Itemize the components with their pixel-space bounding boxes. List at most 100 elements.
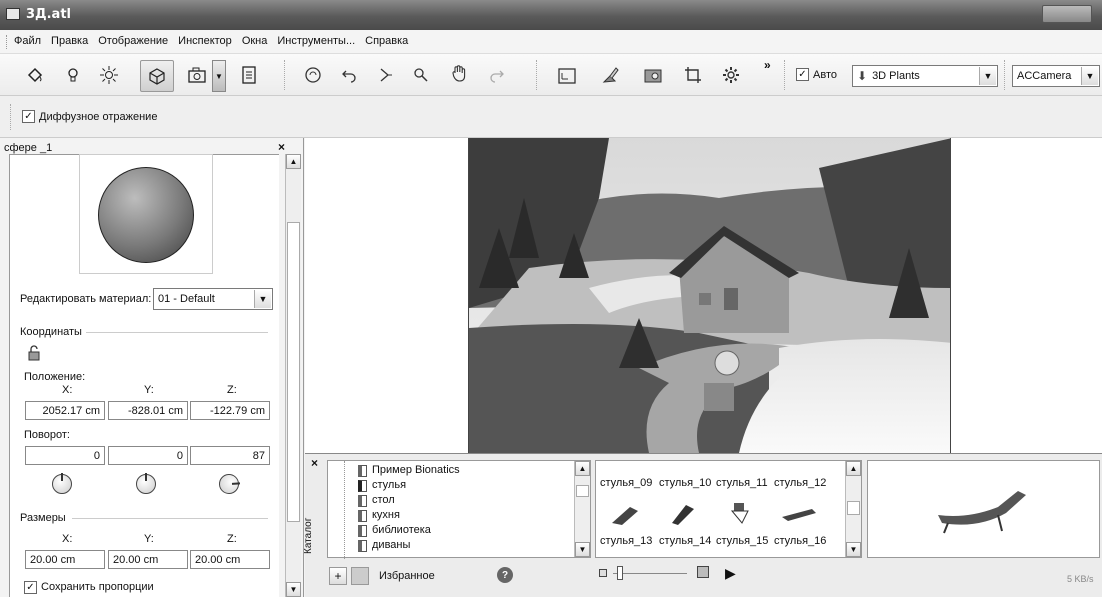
small-size-icon[interactable] xyxy=(599,569,607,577)
position-x-axis: X: xyxy=(62,384,73,396)
position-x-field[interactable]: 2052.17 cm xyxy=(25,401,105,420)
catalog-close-icon[interactable]: × xyxy=(311,456,318,470)
size-y-field[interactable]: 20.00 cm xyxy=(108,550,188,569)
favorites-label[interactable]: Избранное xyxy=(379,570,435,582)
thumbnail-label[interactable]: стулья_11 xyxy=(716,477,768,489)
thumbnail-label[interactable]: стулья_13 xyxy=(600,535,652,547)
size-z-field[interactable]: 20.00 cm xyxy=(190,550,270,569)
size-x-field[interactable]: 20.00 cm xyxy=(25,550,105,569)
tree-item[interactable]: стол xyxy=(372,494,395,506)
title-bar: 3Д.atl xyxy=(0,0,1102,30)
thumbnail-size-slider[interactable] xyxy=(613,573,687,574)
menu-tools[interactable]: Инструменты... xyxy=(277,35,355,47)
thumbnail-label[interactable]: стулья_14 xyxy=(659,535,711,547)
thumbnail-label[interactable]: стулья_15 xyxy=(716,535,768,547)
redo-icon[interactable] xyxy=(484,62,510,88)
auto-checkbox-box[interactable]: ✓ xyxy=(796,68,809,81)
diffuse-checkbox-box[interactable]: ✓ xyxy=(22,110,35,123)
rendered-scene[interactable] xyxy=(468,138,951,453)
walk-icon[interactable] xyxy=(372,62,398,88)
menu-inspector[interactable]: Инспектор xyxy=(178,35,232,47)
inspector-scrollbar[interactable]: ▲ ▼ xyxy=(285,154,301,597)
crop-icon[interactable] xyxy=(680,62,706,88)
menu-edit[interactable]: Правка xyxy=(51,35,88,47)
window-controls[interactable] xyxy=(1042,5,1092,23)
tree-scrollbar[interactable]: ▲ ▼ xyxy=(574,461,590,557)
sun-icon[interactable] xyxy=(96,62,122,88)
thumbnail-label[interactable]: стулья_10 xyxy=(659,477,711,489)
camera-select[interactable]: ACCamera ▼ xyxy=(1012,65,1100,87)
tree-item[interactable]: кухня xyxy=(372,509,400,521)
keep-proportions-box[interactable]: ✓ xyxy=(24,580,37,594)
menu-file[interactable]: Файл xyxy=(14,35,41,47)
scroll-down-icon[interactable]: ▼ xyxy=(286,582,301,597)
camera-select-value: ACCamera xyxy=(1017,70,1072,82)
floor-plan-icon[interactable] xyxy=(554,62,580,88)
3d-viewport[interactable] xyxy=(305,138,1102,453)
orbit-icon[interactable] xyxy=(300,62,326,88)
thumbnails-scroll-thumb[interactable] xyxy=(847,501,860,515)
thumbnail-label[interactable]: стулья_12 xyxy=(774,477,826,489)
tree-item[interactable]: библиотека xyxy=(372,524,431,536)
rotation-x-field[interactable]: 0 xyxy=(25,446,105,465)
render-photo-icon[interactable] xyxy=(640,62,666,88)
keep-proportions-checkbox[interactable]: ✓ Сохранить пропорции xyxy=(24,579,154,595)
sphere-preview xyxy=(98,167,194,263)
tree-item[interactable]: диваны xyxy=(372,539,410,551)
rotation-y-field[interactable]: 0 xyxy=(108,446,188,465)
scroll-down-icon[interactable]: ▼ xyxy=(846,542,861,557)
network-speed: 5 KB/s xyxy=(1067,574,1094,584)
chair-thumbnails[interactable] xyxy=(602,497,832,529)
rotation-label: Поворот: xyxy=(24,429,70,441)
catalog-tree: Пример Bionatics стулья стол кухня библи… xyxy=(327,460,591,559)
scroll-up-icon[interactable]: ▲ xyxy=(846,461,861,476)
menu-view[interactable]: Отображение xyxy=(98,35,168,47)
thumbnails-scrollbar[interactable]: ▲ ▼ xyxy=(845,461,861,557)
zoom-icon[interactable] xyxy=(408,62,434,88)
scroll-down-icon[interactable]: ▼ xyxy=(575,542,590,557)
tree-item[interactable]: Пример Bionatics xyxy=(372,464,460,476)
light-bulb-icon[interactable] xyxy=(60,62,86,88)
pan-hand-icon[interactable] xyxy=(446,60,472,86)
menu-help[interactable]: Справка xyxy=(365,35,408,47)
rotation-x-dial-icon[interactable] xyxy=(52,473,72,494)
material-select[interactable]: 01 - Default ▼ xyxy=(153,288,273,310)
position-y-field[interactable]: -828.01 cm xyxy=(108,401,188,420)
camera-icon[interactable] xyxy=(184,62,210,88)
lock-icon[interactable] xyxy=(26,345,42,361)
scroll-up-icon[interactable]: ▲ xyxy=(286,154,301,169)
thumbnail-label[interactable]: стулья_16 xyxy=(774,535,826,547)
add-favorite-button[interactable]: + xyxy=(329,567,347,585)
help-icon[interactable]: ? xyxy=(497,567,513,583)
large-size-icon[interactable] xyxy=(697,566,709,578)
tree-item-selected[interactable]: стулья xyxy=(372,479,406,491)
rotation-y-dial-icon[interactable] xyxy=(136,473,156,494)
material-brush-icon[interactable] xyxy=(598,62,624,88)
chevron-down-icon[interactable]: ▼ xyxy=(979,67,996,85)
settings-gear-icon[interactable] xyxy=(718,62,744,88)
diffuse-checkbox[interactable]: ✓ Диффузное отражение xyxy=(22,110,157,123)
inspector-scroll-thumb[interactable] xyxy=(287,222,300,522)
thumbnail-size-slider-thumb[interactable] xyxy=(617,566,623,580)
auto-checkbox[interactable]: ✓ Авто xyxy=(796,68,837,81)
rotation-z-field[interactable]: 87 xyxy=(190,446,270,465)
thumbnail-label[interactable]: стулья_09 xyxy=(600,477,652,489)
toolbar-overflow-chevron[interactable]: » xyxy=(764,58,771,72)
paint-bucket-icon[interactable] xyxy=(22,62,48,88)
remove-favorite-button[interactable] xyxy=(351,567,369,585)
menu-windows[interactable]: Окна xyxy=(242,35,268,47)
inspector-close-icon[interactable]: × xyxy=(278,140,285,154)
chevron-down-icon[interactable]: ▼ xyxy=(254,290,271,308)
plants-library-select[interactable]: ⬇ 3D Plants ▼ xyxy=(852,65,998,87)
position-z-axis: Z: xyxy=(227,384,237,396)
position-z-field[interactable]: -122.79 cm xyxy=(190,401,270,420)
camera-dropdown-button[interactable]: ▼ xyxy=(212,60,226,92)
tree-scroll-thumb[interactable] xyxy=(576,485,589,497)
object-cube-icon[interactable] xyxy=(140,60,174,92)
document-icon[interactable] xyxy=(236,62,262,88)
position-y-axis: Y: xyxy=(144,384,154,396)
play-icon[interactable]: ▶ xyxy=(725,565,736,582)
chevron-down-icon[interactable]: ▼ xyxy=(1081,67,1098,85)
scroll-up-icon[interactable]: ▲ xyxy=(575,461,590,476)
undo-icon[interactable] xyxy=(336,62,362,88)
